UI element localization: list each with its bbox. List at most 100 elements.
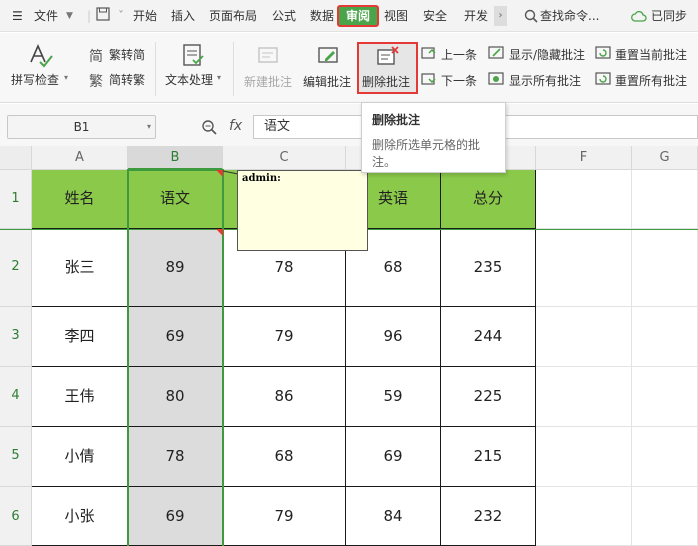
row-header-3[interactable]: 3: [0, 307, 32, 367]
reset-all-comments-button[interactable]: 重置所有批注: [615, 72, 687, 89]
empty-cell[interactable]: [632, 307, 698, 367]
empty-cell[interactable]: [536, 170, 632, 229]
table-cell[interactable]: 69: [346, 427, 441, 487]
show-all-comments-button[interactable]: 显示所有批注: [509, 72, 581, 89]
table-cell[interactable]: 78: [128, 427, 223, 487]
simp-to-trad-icon[interactable]: 繁: [89, 71, 103, 91]
empty-cell[interactable]: [632, 229, 698, 307]
delete-comment-icon[interactable]: [375, 45, 401, 69]
tab-home[interactable]: 开始: [133, 0, 157, 32]
sync-status[interactable]: 已同步: [651, 0, 687, 32]
cloud-sync-icon[interactable]: [631, 9, 647, 23]
name-box-dropdown-icon[interactable]: ▾: [147, 116, 151, 138]
column-header-g[interactable]: G: [632, 146, 698, 170]
column-header-b[interactable]: B: [128, 146, 223, 170]
table-cell[interactable]: 59: [346, 367, 441, 427]
table-header-cell[interactable]: 姓名: [32, 170, 128, 229]
edit-comment-icon[interactable]: [316, 43, 340, 67]
table-cell[interactable]: 张三: [32, 229, 128, 307]
fx-label[interactable]: fx: [229, 118, 242, 134]
previous-comment-button[interactable]: 上一条: [441, 46, 477, 63]
show-hide-comments-icon[interactable]: [488, 45, 506, 61]
table-cell[interactable]: 68: [223, 427, 346, 487]
table-cell[interactable]: 235: [441, 229, 536, 307]
simp-to-trad-button[interactable]: 简转繁: [109, 71, 145, 88]
row-header-2[interactable]: 2: [0, 229, 32, 307]
table-cell[interactable]: 69: [128, 487, 223, 546]
text-process-button[interactable]: 文本处理: [165, 71, 213, 88]
trad-to-simp-button[interactable]: 繁转简: [109, 46, 145, 63]
table-cell[interactable]: 79: [223, 307, 346, 367]
table-cell[interactable]: 69: [128, 307, 223, 367]
spell-check-button[interactable]: 拼写检查: [11, 71, 59, 88]
empty-cell[interactable]: [536, 367, 632, 427]
empty-cell[interactable]: [536, 487, 632, 546]
table-cell[interactable]: 232: [441, 487, 536, 546]
empty-cell[interactable]: [632, 487, 698, 546]
reset-all-comments-icon[interactable]: [595, 71, 613, 87]
show-hide-comments-button[interactable]: 显示/隐藏批注: [509, 46, 585, 63]
tab-view[interactable]: 视图: [384, 0, 408, 32]
tab-developer[interactable]: 开发: [464, 0, 488, 32]
empty-cell[interactable]: [632, 367, 698, 427]
row-header-5[interactable]: 5: [0, 427, 32, 487]
tab-insert[interactable]: 插入: [171, 0, 195, 32]
quick-access-dots[interactable]: ˇ: [118, 0, 124, 32]
tab-data[interactable]: 数据: [310, 0, 334, 32]
comment-box[interactable]: admin:: [237, 170, 368, 251]
table-cell[interactable]: 244: [441, 307, 536, 367]
table-header-cell[interactable]: 总分: [441, 170, 536, 229]
empty-cell[interactable]: [632, 170, 698, 229]
tab-page-layout[interactable]: 页面布局: [209, 0, 257, 32]
column-header-f[interactable]: F: [536, 146, 632, 170]
table-cell[interactable]: 80: [128, 367, 223, 427]
table-cell[interactable]: 215: [441, 427, 536, 487]
next-comment-icon[interactable]: [421, 71, 437, 87]
file-menu[interactable]: 文件: [34, 0, 58, 32]
reset-current-comment-button[interactable]: 重置当前批注: [615, 46, 687, 63]
empty-cell[interactable]: [536, 307, 632, 367]
empty-cell[interactable]: [536, 427, 632, 487]
zoom-icon[interactable]: [201, 119, 219, 135]
comment-indicator-icon[interactable]: [216, 229, 223, 236]
empty-cell[interactable]: [536, 229, 632, 307]
table-cell[interactable]: 王伟: [32, 367, 128, 427]
text-process-icon[interactable]: [181, 43, 205, 67]
row-header-4[interactable]: 4: [0, 367, 32, 427]
tab-security[interactable]: 安全: [423, 0, 447, 32]
table-cell[interactable]: 李四: [32, 307, 128, 367]
previous-comment-icon[interactable]: [421, 45, 437, 61]
name-box[interactable]: B1 ▾: [7, 115, 156, 139]
table-cell[interactable]: 225: [441, 367, 536, 427]
show-all-comments-icon[interactable]: [488, 71, 506, 87]
search-command[interactable]: 查找命令...: [540, 0, 599, 32]
table-cell[interactable]: 小倩: [32, 427, 128, 487]
trad-to-simp-icon[interactable]: 简: [89, 46, 103, 66]
column-header-c[interactable]: C: [223, 146, 346, 170]
table-cell[interactable]: 86: [223, 367, 346, 427]
tab-review[interactable]: 审阅: [337, 5, 379, 27]
search-icon[interactable]: [524, 9, 538, 23]
chevron-down-icon[interactable]: ▼: [66, 0, 73, 32]
row-header-1[interactable]: 1: [0, 170, 32, 229]
edit-comment-button[interactable]: 编辑批注: [303, 73, 351, 90]
column-header-a[interactable]: A: [32, 146, 128, 170]
next-comment-button[interactable]: 下一条: [441, 72, 477, 89]
save-icon[interactable]: [96, 6, 110, 22]
tab-formulas[interactable]: 公式: [272, 0, 296, 32]
table-cell[interactable]: 小张: [32, 487, 128, 546]
text-process-dropdown-icon[interactable]: ▾: [217, 73, 221, 82]
select-all-corner[interactable]: [0, 146, 32, 170]
row-header-6[interactable]: 6: [0, 487, 32, 546]
table-cell[interactable]: 89: [128, 229, 223, 307]
spell-check-dropdown-icon[interactable]: ▾: [64, 73, 68, 82]
more-tabs-chevron-icon[interactable]: ›: [494, 6, 507, 26]
reset-current-comment-icon[interactable]: [595, 45, 613, 61]
empty-cell[interactable]: [632, 427, 698, 487]
hamburger-icon[interactable]: ☰: [12, 0, 23, 32]
table-header-cell[interactable]: 语文: [128, 170, 223, 229]
delete-comment-label[interactable]: 删除批注: [362, 73, 410, 90]
table-cell[interactable]: 84: [346, 487, 441, 546]
table-cell[interactable]: 79: [223, 487, 346, 546]
table-cell[interactable]: 96: [346, 307, 441, 367]
